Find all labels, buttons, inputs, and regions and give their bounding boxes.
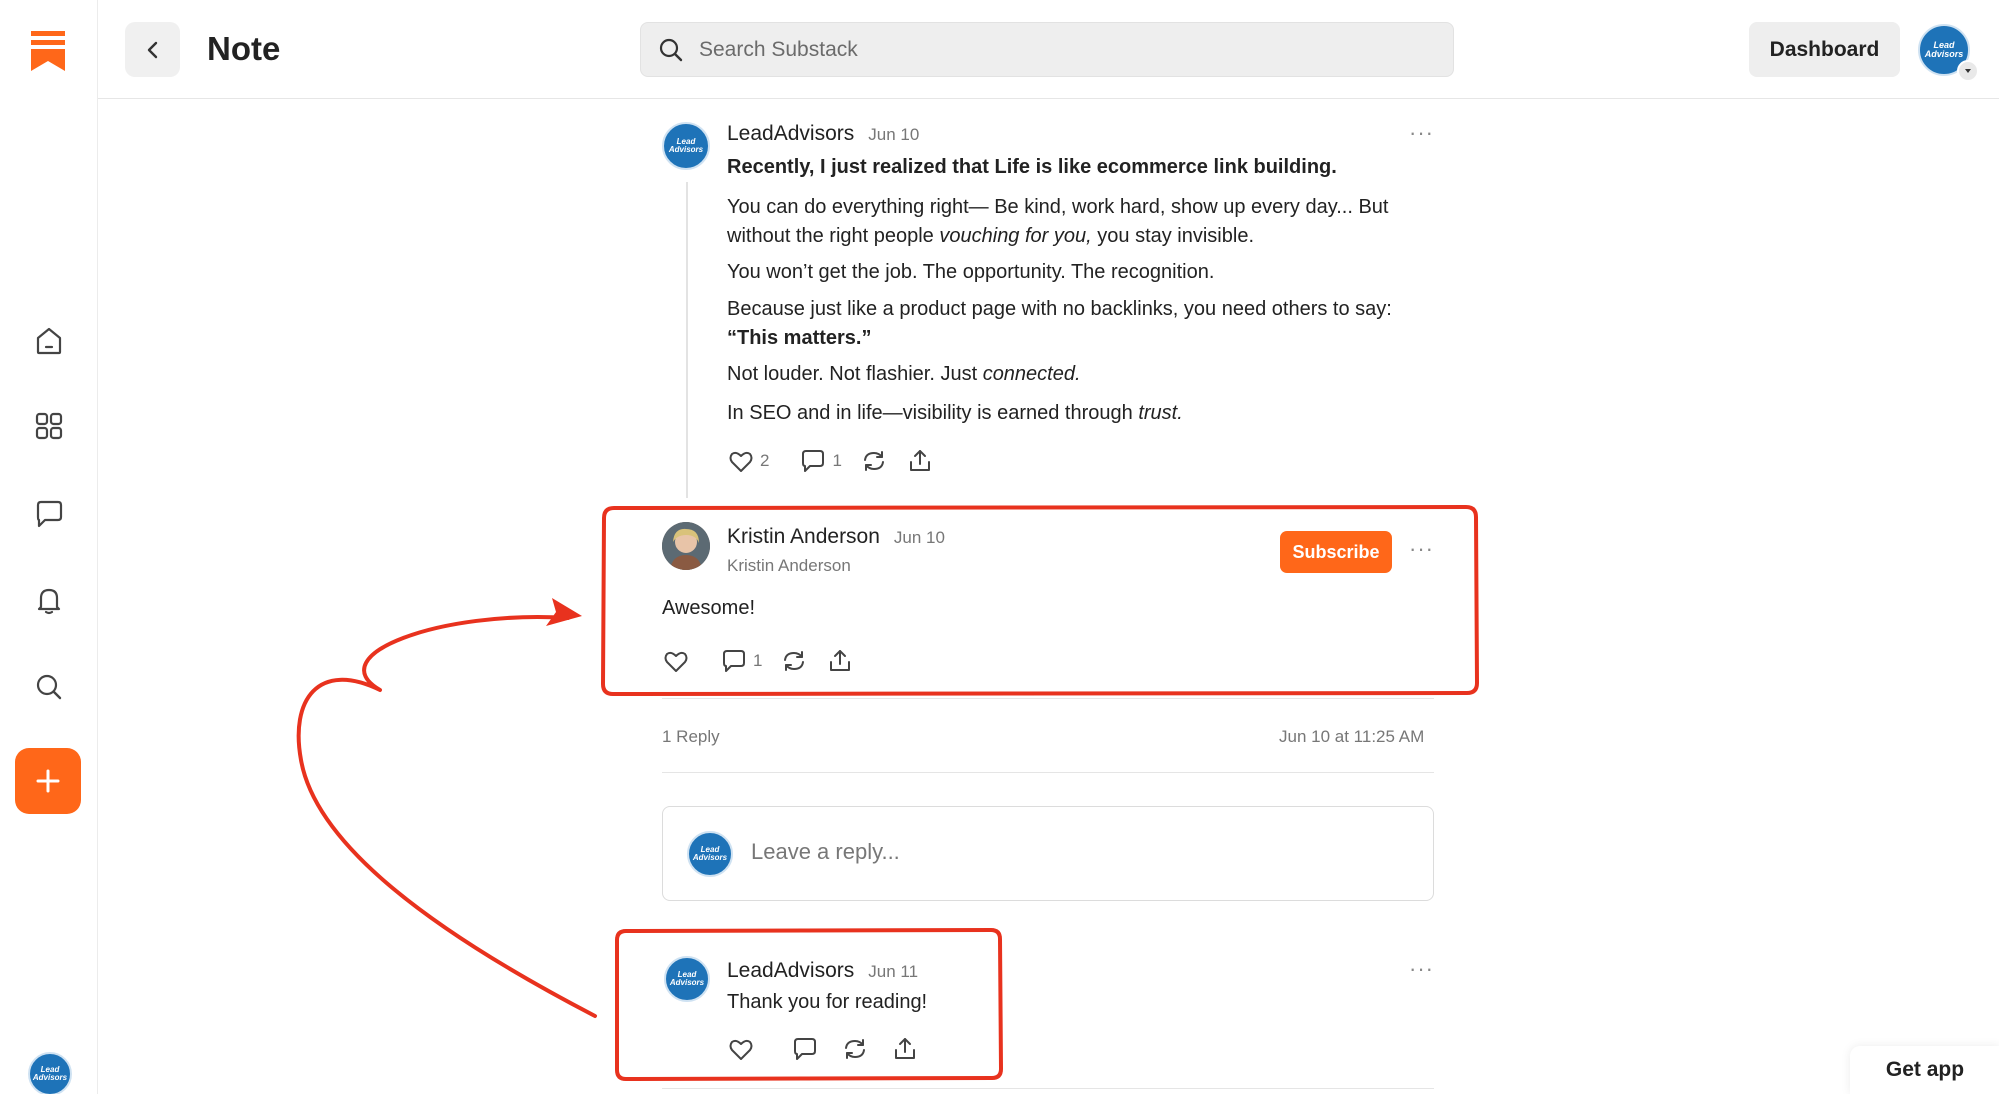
chevron-left-icon bbox=[147, 41, 157, 58]
get-app-button[interactable]: Get app bbox=[1850, 1046, 1999, 1094]
reply-more-options-icon[interactable]: ··· bbox=[1409, 956, 1434, 982]
divider bbox=[662, 1088, 1434, 1089]
note-like-button[interactable]: 2 bbox=[727, 447, 769, 475]
note-paragraph-2: You won’t get the job. The opportunity. … bbox=[727, 261, 1215, 283]
note-comment-button[interactable]: 1 bbox=[799, 447, 842, 475]
note-more-options-icon[interactable]: ··· bbox=[1409, 120, 1434, 146]
restack-icon bbox=[784, 651, 805, 671]
comment-date[interactable]: Jun 10 bbox=[894, 528, 945, 548]
note-paragraph-4: Not louder. Not flashier. Just connected… bbox=[727, 363, 1081, 385]
dashboard-button[interactable]: Dashboard bbox=[1749, 22, 1900, 77]
comment-author-name[interactable]: Kristin Anderson bbox=[727, 525, 880, 549]
back-button[interactable] bbox=[125, 22, 180, 77]
explore-grid-icon[interactable] bbox=[27, 404, 71, 448]
home-icon[interactable] bbox=[27, 319, 71, 363]
note-actions: 2 1 bbox=[727, 447, 952, 475]
reply-comment-button[interactable] bbox=[791, 1035, 819, 1063]
share-icon bbox=[909, 450, 930, 471]
share-icon bbox=[830, 650, 851, 671]
reply-like-button[interactable] bbox=[727, 1035, 755, 1063]
page-title: Note bbox=[207, 30, 281, 67]
reply-actions bbox=[727, 1035, 937, 1063]
comment-text: Awesome! bbox=[662, 597, 756, 619]
comment-author-subtitle: Kristin Anderson bbox=[727, 556, 851, 575]
comment-comment-count: 1 bbox=[753, 651, 763, 670]
note-header: LeadAdvisors Jun 10 bbox=[727, 122, 919, 146]
note-like-count: 2 bbox=[760, 451, 770, 470]
sidebar-profile-avatar[interactable]: Lead Advisors bbox=[28, 1052, 72, 1094]
share-icon bbox=[895, 1038, 915, 1059]
comment-icon bbox=[723, 650, 745, 672]
comment-timestamp: Jun 10 at 11:25 AM bbox=[1279, 727, 1425, 746]
thread-connector-line bbox=[686, 182, 688, 498]
comment-icon bbox=[794, 1038, 816, 1060]
reply-count[interactable]: 1 Reply bbox=[662, 727, 720, 747]
subscribe-button[interactable]: Subscribe bbox=[1280, 531, 1392, 573]
note-date[interactable]: Jun 10 bbox=[868, 125, 919, 145]
chevron-down-icon[interactable] bbox=[1957, 60, 1979, 82]
heart-icon bbox=[664, 651, 688, 672]
reply-text: Thank you for reading! bbox=[727, 991, 928, 1013]
search-icon bbox=[659, 38, 683, 61]
reply-author-avatar[interactable]: Lead Advisors bbox=[664, 956, 710, 1002]
note-headline: Recently, I just realized that Life is l… bbox=[727, 156, 1337, 178]
annotation-arrow-head bbox=[546, 598, 582, 626]
note-paragraph-5: In SEO and in life—visibility is earned … bbox=[727, 402, 1183, 424]
top-bar: Note Dashboard LeadAdvisors bbox=[98, 0, 1999, 99]
left-sidebar: Lead Advisors bbox=[0, 0, 98, 1094]
note-comment-count: 1 bbox=[832, 451, 842, 470]
restack-icon bbox=[863, 451, 884, 471]
composer-avatar: Lead Advisors bbox=[687, 831, 733, 877]
commenter-avatar[interactable] bbox=[662, 522, 710, 570]
chat-icon[interactable] bbox=[27, 492, 71, 536]
search-bar[interactable] bbox=[640, 22, 1454, 77]
annotation-arrow-line bbox=[296, 615, 597, 1018]
comment-comment-button[interactable]: 1 bbox=[720, 647, 762, 675]
note-author-name[interactable]: LeadAdvisors bbox=[727, 122, 854, 146]
comment-like-button[interactable] bbox=[662, 647, 690, 675]
create-button[interactable] bbox=[15, 748, 81, 814]
search-icon[interactable] bbox=[27, 665, 71, 709]
note-restack-button[interactable] bbox=[860, 447, 888, 475]
comment-more-options-icon[interactable]: ··· bbox=[1409, 536, 1434, 562]
comment-restack-button[interactable] bbox=[780, 647, 808, 675]
comment-header: Kristin Anderson Jun 10 bbox=[727, 525, 945, 549]
reply-author-name[interactable]: LeadAdvisors bbox=[727, 959, 854, 983]
reply-header: LeadAdvisors Jun 11 bbox=[727, 959, 918, 983]
substack-logo-icon[interactable] bbox=[31, 31, 65, 71]
heart-icon bbox=[729, 451, 753, 472]
reply-composer[interactable]: Lead Advisors bbox=[662, 806, 1434, 901]
reply-date[interactable]: Jun 11 bbox=[868, 962, 918, 982]
reply-restack-button[interactable] bbox=[841, 1035, 869, 1063]
note-paragraph-1: You can do everything right— Be kind, wo… bbox=[727, 196, 1389, 247]
divider bbox=[662, 772, 1434, 773]
plus-icon bbox=[36, 769, 60, 793]
note-paragraph-3: Because just like a product page with no… bbox=[727, 298, 1392, 349]
divider bbox=[662, 698, 1434, 699]
comment-share-button[interactable] bbox=[826, 647, 854, 675]
comment-actions: 1 bbox=[662, 647, 872, 675]
note-share-button[interactable] bbox=[906, 447, 934, 475]
notifications-bell-icon[interactable] bbox=[27, 578, 71, 622]
heart-icon bbox=[729, 1039, 753, 1060]
restack-icon bbox=[845, 1039, 865, 1059]
search-input[interactable] bbox=[699, 37, 1419, 62]
comment-icon bbox=[802, 450, 825, 472]
reply-share-button[interactable] bbox=[891, 1035, 919, 1063]
note-author-avatar[interactable]: Lead Advisors bbox=[662, 122, 710, 170]
reply-input[interactable] bbox=[751, 839, 1371, 865]
